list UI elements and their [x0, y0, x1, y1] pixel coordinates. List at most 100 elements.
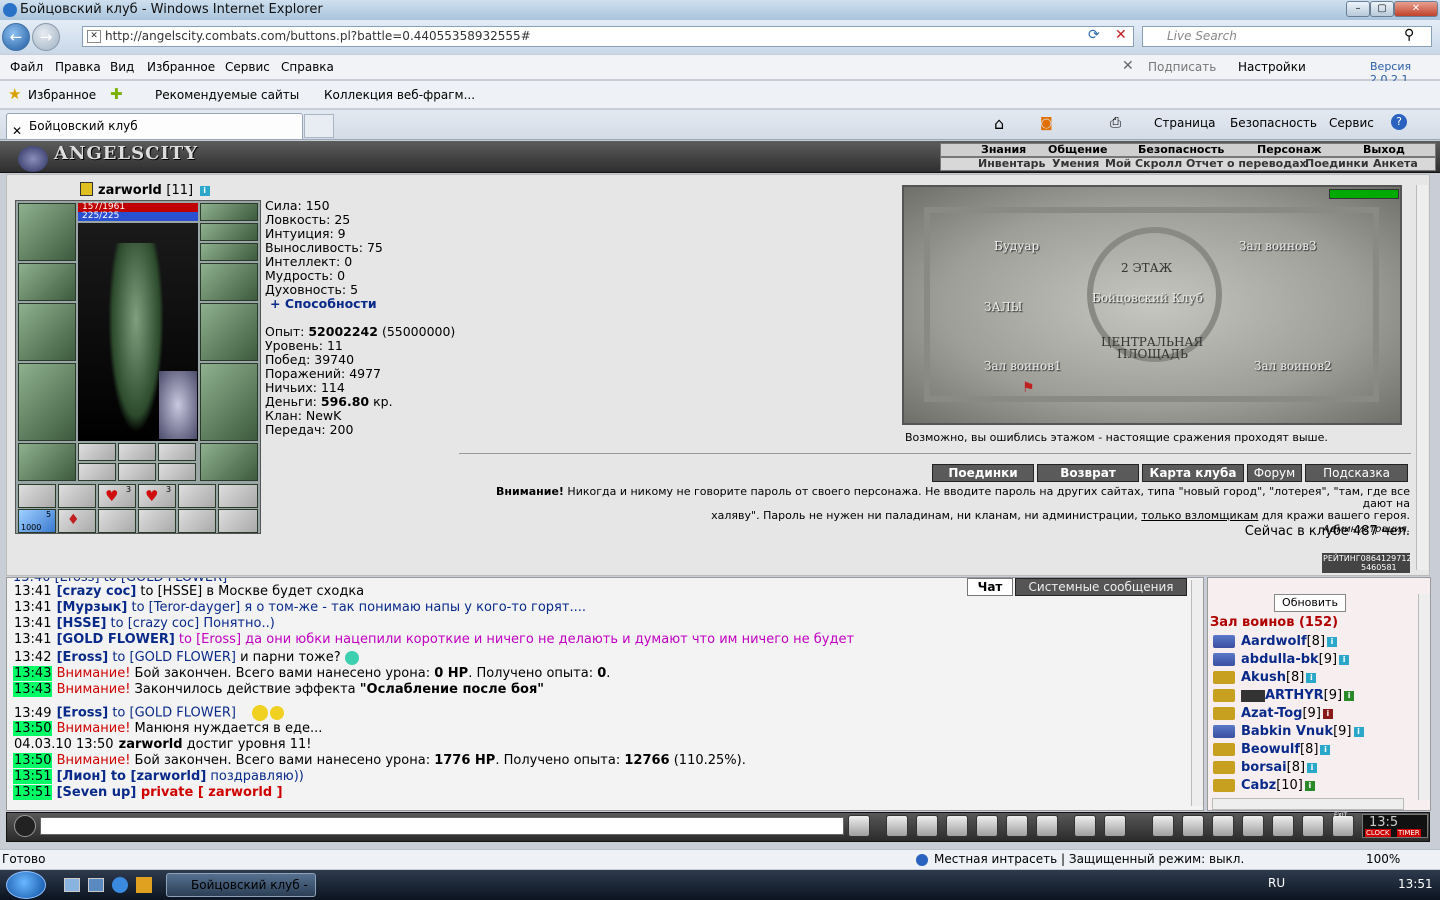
scroll-icon[interactable]: [1182, 815, 1204, 837]
translit-icon[interactable]: [1006, 815, 1028, 837]
user-row[interactable]: Azat-Tog[9] i: [1213, 706, 1333, 721]
refresh-icon[interactable]: ⟳: [1088, 27, 1100, 43]
rune-slot-4[interactable]: [78, 463, 116, 481]
potion-slot-1[interactable]: [18, 484, 56, 508]
info-icon[interactable]: i: [1320, 744, 1331, 755]
potion-slot-2[interactable]: [58, 484, 96, 508]
menu-help[interactable]: Справка: [281, 60, 334, 74]
subtab-transfers[interactable]: Отчет о переводах: [1186, 158, 1307, 170]
info-icon[interactable]: i: [1322, 708, 1333, 719]
show-desktop-icon[interactable]: [64, 878, 80, 892]
chat-tab-chat[interactable]: Чат: [967, 578, 1013, 596]
clear-icon[interactable]: [886, 815, 908, 837]
chat-scrollbar[interactable]: [1191, 580, 1203, 806]
address-bar[interactable]: ✕ http://angelscity.combats.com/buttons.…: [82, 26, 1134, 47]
info-icon[interactable]: i: [1339, 654, 1350, 665]
room-central-square-2[interactable]: ПЛОЩАДЬ: [1117, 347, 1188, 361]
quest-icon[interactable]: [1152, 815, 1174, 837]
tab-knowledge[interactable]: Знания: [981, 144, 1026, 156]
potion-slot-5[interactable]: [178, 484, 216, 508]
helmet-slot[interactable]: [18, 203, 76, 261]
room-warriors-1[interactable]: Зал воинов1: [984, 359, 1062, 373]
users-hscrollbar[interactable]: [1212, 798, 1404, 810]
web-slice-gallery-button[interactable]: Коллекция веб-фрагм...: [324, 88, 475, 102]
gloves-slot[interactable]: [200, 263, 258, 301]
rune-slot-2[interactable]: [118, 443, 156, 461]
rune-slot-1[interactable]: [78, 443, 116, 461]
security-zone[interactable]: Местная интрасеть | Защищенный режим: вы…: [934, 850, 1244, 869]
chat-input[interactable]: [40, 817, 844, 835]
search-input[interactable]: Live Search: [1142, 26, 1432, 47]
subscribe-button[interactable]: Подписать: [1148, 60, 1216, 74]
user-row[interactable]: Beowulf[8] i: [1213, 742, 1331, 757]
user-row[interactable]: Babkin Vnuk[9] i: [1213, 724, 1364, 739]
rune-slot-5[interactable]: [118, 463, 156, 481]
help-icon[interactable]: ?: [1391, 114, 1407, 130]
rating-counter[interactable]: РЕЙТИНГ0864129712 5460581: [1322, 553, 1412, 573]
potion-slot-4[interactable]: ♥ 3: [138, 484, 176, 508]
game-scrollbar[interactable]: [1416, 185, 1428, 570]
scroll-slot-2[interactable]: ♦: [58, 509, 96, 533]
room-boudoir[interactable]: Будуар: [994, 239, 1039, 253]
ie-quicklaunch-icon[interactable]: [112, 877, 128, 893]
potion-slot-6[interactable]: [218, 484, 258, 508]
menu-file[interactable]: Файл: [10, 60, 43, 74]
users-scrollbar[interactable]: [1418, 594, 1430, 800]
user-row[interactable]: Cabz[10] i: [1213, 778, 1315, 793]
tab-active[interactable]: ✕ Бойцовский клуб: [6, 113, 303, 139]
hint-button[interactable]: Подсказка: [1305, 464, 1408, 482]
armor-slot[interactable]: [18, 363, 76, 441]
club-map-button[interactable]: Карта клуба: [1142, 464, 1244, 482]
media-player-icon[interactable]: [136, 877, 152, 893]
action-icon[interactable]: [976, 815, 998, 837]
menu-tools[interactable]: Сервис: [225, 60, 270, 74]
scroll-slot-5[interactable]: [178, 509, 216, 533]
feeds-icon[interactable]: ◙: [1040, 116, 1053, 131]
rings-slot[interactable]: [200, 243, 258, 261]
scroll-slot-4[interactable]: [138, 509, 176, 533]
info-icon[interactable]: i: [1304, 780, 1315, 791]
stop-icon[interactable]: ✕: [1115, 27, 1127, 43]
rune-slot-3[interactable]: [158, 443, 196, 461]
belt-slot[interactable]: [18, 443, 76, 481]
subtab-duels[interactable]: Поединки: [1305, 158, 1369, 170]
page-menu[interactable]: Страница: [1154, 116, 1216, 130]
start-button[interactable]: [6, 871, 46, 899]
chat-mode-icon[interactable]: [14, 815, 36, 837]
mail-icon[interactable]: [1302, 815, 1324, 837]
potion-slot-3[interactable]: ♥ 3: [98, 484, 136, 508]
return-button[interactable]: Возврат: [1037, 464, 1139, 482]
room-halls[interactable]: ЗАЛЫ: [984, 300, 1022, 314]
security-menu[interactable]: Безопасность: [1230, 116, 1317, 130]
amulet-slot[interactable]: [200, 223, 258, 241]
recommended-sites-button[interactable]: Рекомендуемые сайты: [155, 88, 299, 102]
switch-windows-icon[interactable]: [88, 878, 104, 892]
bracer-slot[interactable]: [18, 263, 76, 301]
room-warriors-3[interactable]: Зал воинов3: [1239, 239, 1317, 253]
save-log-icon[interactable]: [946, 815, 968, 837]
subtab-skills[interactable]: Умения: [1052, 158, 1099, 170]
weapon-slot[interactable]: [18, 303, 76, 361]
minimize-button[interactable]: –: [1346, 1, 1370, 17]
new-tab-button[interactable]: [304, 114, 334, 138]
house-icon[interactable]: [1272, 815, 1294, 837]
refresh-list-button[interactable]: Обновить: [1274, 594, 1346, 612]
scroll-slot-3[interactable]: [98, 509, 136, 533]
rune-slot-6[interactable]: [158, 463, 196, 481]
info-icon[interactable]: i: [1306, 672, 1317, 683]
info-icon[interactable]: i: [1344, 690, 1355, 701]
duels-button[interactable]: Поединки: [932, 464, 1034, 482]
smiles-icon[interactable]: [1074, 815, 1096, 837]
language-indicator[interactable]: RU: [1268, 876, 1285, 890]
sound-icon[interactable]: [1036, 815, 1058, 837]
subtab-profile[interactable]: Анкета: [1373, 158, 1418, 170]
clock-widget[interactable]: 13:5 CLOCK TIMER: [1362, 814, 1428, 838]
maximize-button[interactable]: ▢: [1370, 1, 1394, 17]
taskbar-ie-window[interactable]: Бойцовский клуб - ...: [166, 873, 316, 897]
print-icon[interactable]: ⎙: [1110, 115, 1121, 131]
leggings-slot[interactable]: [200, 363, 258, 441]
close-toolbar-icon[interactable]: ✕: [1122, 58, 1134, 74]
user-row[interactable]: borsai[8] i: [1213, 760, 1318, 775]
scroll-slot-1[interactable]: 5 1000: [18, 509, 56, 533]
favorites-button[interactable]: Избранное: [28, 88, 96, 102]
